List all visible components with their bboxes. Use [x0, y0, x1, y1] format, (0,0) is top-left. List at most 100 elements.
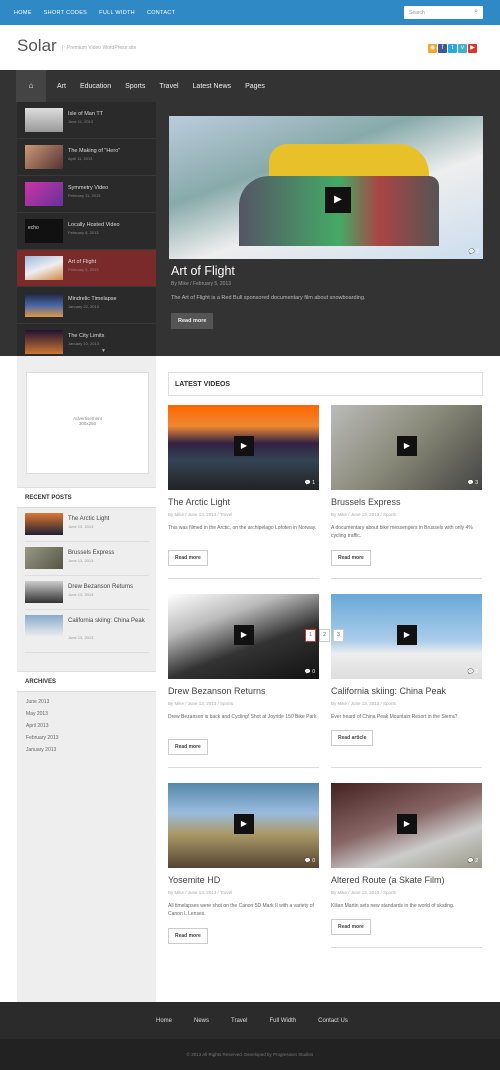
video-thumbnail[interactable]: ▶ 💬 0	[168, 594, 319, 679]
video-card-meta: By Mike / June 13, 2013 / Travel	[168, 512, 233, 517]
slider-list-item[interactable]: echo Locally Hosted Video February 8, 20…	[17, 213, 156, 250]
video-card: ▶ 💬 0 Yosemite HD By Mike / June 13, 201…	[168, 783, 319, 961]
video-thumbnail	[25, 182, 63, 206]
topnav-contact[interactable]: CONTACT	[147, 10, 175, 16]
read-more-button[interactable]: Read more	[171, 313, 214, 329]
copyright: © 2013 All Rights Reserved. Developed by…	[0, 1039, 500, 1070]
play-icon[interactable]: ▶	[397, 625, 417, 645]
slider-list-item-active[interactable]: Art of Flight February 5, 2013	[17, 250, 156, 287]
topnav-home[interactable]: HOME	[14, 10, 32, 16]
topnav-full-width[interactable]: FULL WIDTH	[99, 10, 135, 16]
nav-item-art[interactable]: Art	[57, 83, 66, 90]
recent-post-title: The Arctic Light	[68, 516, 110, 522]
read-article-button[interactable]: Read article	[331, 730, 374, 746]
topnav-short-codes[interactable]: SHORT CODES	[44, 10, 87, 16]
video-card-title[interactable]: The Arctic Light	[168, 497, 230, 507]
slider-item-title: The City Limits	[68, 333, 105, 339]
featured-meta: By Mike / February 5, 2013	[171, 281, 232, 287]
recent-post-date: June 13, 2013	[68, 592, 94, 597]
slider-item-date: February 11, 2013	[68, 193, 101, 198]
archive-link[interactable]: May 2013	[26, 711, 48, 717]
featured-video: ▶ 💬 2 Art of Flight By Mike / February 5…	[156, 102, 500, 356]
search-icon[interactable]: ⌕	[474, 8, 478, 16]
featured-video-image[interactable]: ▶ 💬 2	[169, 116, 483, 259]
video-thumbnail[interactable]: ▶ 💬 0	[168, 783, 319, 868]
card-divider	[331, 578, 482, 579]
slider-list-item[interactable]: Symmetry Video February 11, 2013	[17, 176, 156, 213]
video-card: ▶ 💬 0 Drew Bezanson Returns By Mike / Ju…	[168, 594, 319, 772]
site-logo[interactable]: Solar	[17, 36, 57, 56]
advertisement-box[interactable]: Advertisement 300x250	[26, 372, 149, 474]
video-card-title[interactable]: Brussels Express	[331, 497, 401, 507]
rss-icon[interactable]: ◉	[428, 44, 437, 53]
recent-post-item[interactable]: Brussels Express June 13, 2013	[25, 543, 149, 576]
video-thumbnail	[25, 256, 63, 280]
video-thumbnail[interactable]: ▶ 💬 1	[168, 405, 319, 490]
read-more-button[interactable]: Read more	[168, 550, 208, 566]
recent-post-item[interactable]: Drew Bezanson Returns June 13, 2013	[25, 577, 149, 610]
comment-count: 💬 0	[304, 858, 315, 864]
recent-post-thumb	[25, 547, 63, 569]
footer-contact[interactable]: Contact Us	[318, 1018, 348, 1024]
video-card-title[interactable]: Yosemite HD	[168, 875, 220, 885]
search-input[interactable]: Search ⌕	[404, 6, 483, 19]
slider-item-date: January 22, 2013	[68, 304, 99, 309]
recent-post-item[interactable]: The Arctic Light June 13, 2013	[25, 509, 149, 542]
video-thumbnail[interactable]: ▶ 💬 3	[331, 405, 482, 490]
footer-news[interactable]: News	[194, 1018, 209, 1024]
main-nav: ⌂ Art Education Sports Travel Latest New…	[0, 70, 500, 102]
slider-list-item[interactable]: The City Limits January 10, 2013	[17, 324, 156, 356]
slider-list-item[interactable]: Mindrelic Timelapse January 22, 2013	[17, 287, 156, 324]
nav-item-pages[interactable]: Pages	[245, 83, 265, 90]
footer-full-width[interactable]: Full Width	[269, 1018, 296, 1024]
footer-nav: Home News Travel Full Width Contact Us	[0, 1002, 500, 1039]
video-thumbnail[interactable]: ▶ 💬 2	[331, 783, 482, 868]
play-icon[interactable]: ▶	[234, 625, 254, 645]
footer-travel[interactable]: Travel	[231, 1018, 247, 1024]
recent-posts-heading: RECENT POSTS	[17, 487, 156, 508]
archive-link[interactable]: June 2013	[26, 699, 49, 705]
slider-item-date: February 5, 2013	[68, 267, 99, 272]
play-icon[interactable]: ▶	[397, 436, 417, 456]
video-card-title[interactable]: California skiing: China Peak	[331, 686, 446, 696]
recent-post-title: Brussels Express	[68, 550, 115, 556]
archive-link[interactable]: April 2013	[26, 723, 49, 729]
social-icons: ◉ f t v ▶	[428, 44, 477, 53]
read-more-button[interactable]: Read more	[331, 550, 371, 566]
read-more-button[interactable]: Read more	[168, 928, 208, 944]
recent-post-item[interactable]: California skiing: China Peak June 13, 2…	[25, 611, 149, 653]
video-card-title[interactable]: Altered Route (a Skate Film)	[331, 875, 445, 885]
video-card-title[interactable]: Drew Bezanson Returns	[168, 686, 266, 696]
comment-count: 💬 3	[467, 480, 478, 486]
page-1[interactable]: 1	[305, 629, 316, 642]
facebook-icon[interactable]: f	[438, 44, 447, 53]
nav-item-latest-news[interactable]: Latest News	[193, 83, 232, 90]
nav-item-education[interactable]: Education	[80, 83, 111, 90]
nav-item-sports[interactable]: Sports	[125, 83, 145, 90]
chevron-down-icon[interactable]: ▼	[101, 348, 106, 354]
play-icon[interactable]: ▶	[397, 814, 417, 834]
video-thumbnail[interactable]: ▶ 💬 2	[331, 594, 482, 679]
read-more-button[interactable]: Read more	[168, 739, 208, 755]
nav-item-travel[interactable]: Travel	[159, 83, 178, 90]
footer-home[interactable]: Home	[156, 1018, 172, 1024]
video-thumbnail	[25, 108, 63, 132]
archive-link[interactable]: February 2013	[26, 735, 59, 741]
home-icon[interactable]: ⌂	[16, 70, 46, 102]
youtube-icon[interactable]: ▶	[468, 44, 477, 53]
page-3[interactable]: 3	[333, 629, 344, 642]
slider-list-item[interactable]: The Making of "Hero" April 11, 2013	[17, 139, 156, 176]
page-2[interactable]: 2	[319, 629, 330, 642]
archive-link[interactable]: January 2013	[26, 747, 56, 753]
twitter-icon[interactable]: t	[448, 44, 457, 53]
video-card-description: Kilian Martin sets new standards in the …	[331, 903, 455, 909]
slider-video-list: Isle of Man TT June 11, 2013 The Making …	[17, 102, 156, 356]
play-icon[interactable]: ▶	[234, 814, 254, 834]
slider-list-item[interactable]: Isle of Man TT June 11, 2013	[17, 102, 156, 139]
play-icon[interactable]: ▶	[234, 436, 254, 456]
play-icon[interactable]: ▶	[325, 187, 351, 213]
vimeo-icon[interactable]: v	[458, 44, 467, 53]
featured-title[interactable]: Art of Flight	[171, 264, 235, 278]
latest-videos-heading: LATEST VIDEOS	[168, 372, 483, 396]
read-more-button[interactable]: Read more	[331, 919, 371, 935]
